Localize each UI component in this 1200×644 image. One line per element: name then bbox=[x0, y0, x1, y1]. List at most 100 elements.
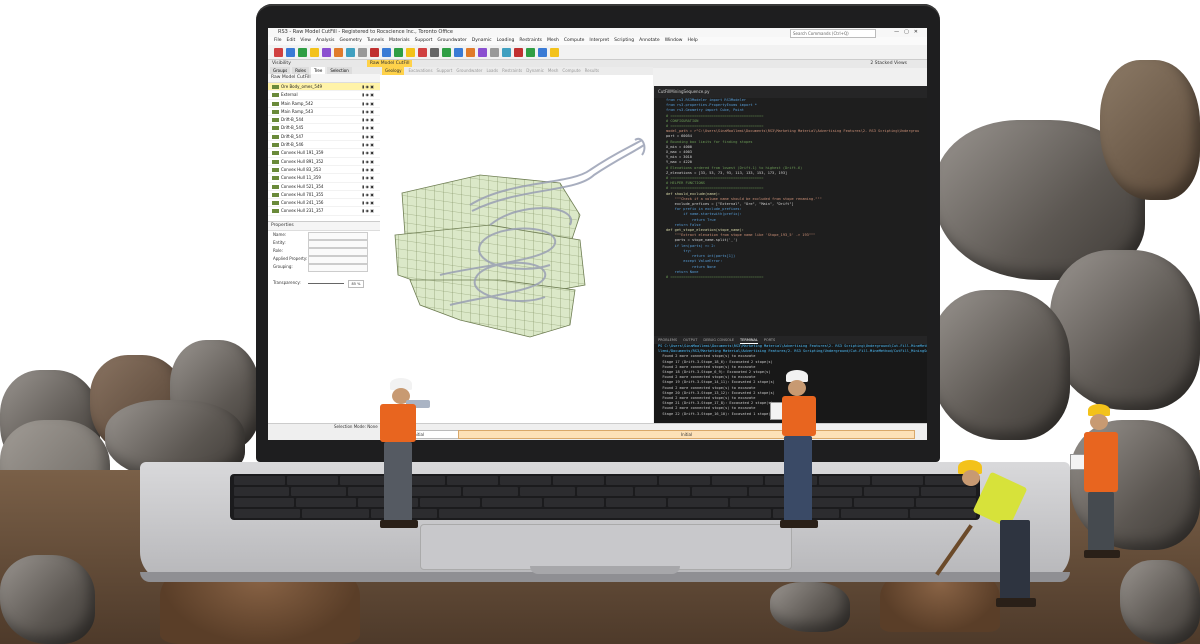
menu-item-view[interactable]: View bbox=[300, 37, 311, 45]
menu-item-compute[interactable]: Compute bbox=[564, 37, 585, 45]
tree-item[interactable]: Main Ramp_543 ▮ ◉ ▣ bbox=[268, 108, 380, 117]
tree-item[interactable]: Ore Body_omes_549 ▮ ◉ ▣ bbox=[268, 83, 380, 92]
toolbar-button-icon[interactable] bbox=[310, 47, 319, 57]
visibility-lock-icons[interactable]: ▮ ◉ ▣ bbox=[362, 141, 374, 148]
terminal-tab-terminal[interactable]: TERMINAL bbox=[740, 336, 758, 344]
toolbar-button-icon[interactable] bbox=[358, 47, 367, 57]
toolbar-button-icon[interactable] bbox=[370, 47, 379, 57]
transparency-slider[interactable] bbox=[308, 283, 344, 284]
toolbar-button-icon[interactable] bbox=[478, 47, 487, 57]
tree-item[interactable]: Drift-B_545 ▮ ◉ ▣ bbox=[268, 124, 380, 133]
stage-tab-excavations[interactable]: Excavations bbox=[408, 67, 432, 75]
stage-tab-dynamic[interactable]: Dynamic bbox=[526, 67, 544, 75]
stacked-views-button[interactable]: 2 Stacked Views bbox=[870, 60, 907, 68]
stage-tab-groundwater[interactable]: Groundwater bbox=[456, 67, 482, 75]
toolbar-button-icon[interactable] bbox=[274, 47, 283, 57]
toolbar-button-icon[interactable] bbox=[442, 47, 451, 57]
toolbar-button-icon[interactable] bbox=[394, 47, 403, 57]
toolbar-button-icon[interactable] bbox=[322, 47, 331, 57]
tree-item[interactable]: Convex Hull 891_352 ▮ ◉ ▣ bbox=[268, 158, 380, 166]
toolbar-button-icon[interactable] bbox=[454, 47, 463, 57]
tree-item[interactable]: Convex Hull 83_353 ▮ ◉ ▣ bbox=[268, 166, 380, 175]
menu-item-geometry[interactable]: Geometry bbox=[339, 37, 361, 45]
toolbar-button-icon[interactable] bbox=[538, 47, 547, 57]
tree-item[interactable]: Convex Hull 231_357 ▮ ◉ ▣ bbox=[268, 207, 380, 216]
menu-item-file[interactable]: File bbox=[274, 37, 282, 45]
window-controls[interactable]: —▢✕ bbox=[894, 28, 923, 37]
visibility-lock-icons[interactable]: ▮ ◉ ▣ bbox=[362, 124, 374, 131]
menu-item-tunnels[interactable]: Tunnels bbox=[367, 37, 384, 45]
menu-item-support[interactable]: Support bbox=[415, 37, 433, 45]
tree-item[interactable]: External ▮ ◉ ▣ bbox=[268, 91, 380, 100]
terminal-tab-output[interactable]: OUTPUT bbox=[683, 336, 697, 344]
toolbar-button-icon[interactable] bbox=[550, 47, 559, 57]
toolbar-button-icon[interactable] bbox=[406, 47, 415, 57]
stage-tab-loads[interactable]: Loads bbox=[486, 67, 498, 75]
menu-item-groundwater[interactable]: Groundwater bbox=[437, 37, 466, 45]
toolbar-button-icon[interactable] bbox=[466, 47, 475, 57]
tree-item[interactable]: Drift-B_546 ▮ ◉ ▣ bbox=[268, 141, 380, 150]
stage-tab-compute[interactable]: Compute bbox=[562, 67, 580, 75]
stage-bar[interactable]: Initial bbox=[458, 430, 915, 439]
editor-tab[interactable]: CutFillMiningSequence.py bbox=[654, 86, 927, 98]
toolbar-button-icon[interactable] bbox=[346, 47, 355, 57]
stage-tab-restraints[interactable]: Restraints bbox=[502, 67, 522, 75]
stage-tab-results[interactable]: Results bbox=[585, 67, 599, 75]
toolbar-button-icon[interactable] bbox=[334, 47, 343, 57]
visibility-lock-icons[interactable]: ▮ ◉ ▣ bbox=[362, 199, 374, 206]
visibility-lock-icons[interactable]: ▮ ◉ ▣ bbox=[362, 191, 374, 198]
left-tab-selection[interactable]: Selection bbox=[327, 67, 352, 74]
visibility-lock-icons[interactable]: ▮ ◉ ▣ bbox=[362, 174, 374, 181]
stage-tab-support[interactable]: Support bbox=[437, 67, 453, 75]
menu-item-loading[interactable]: Loading bbox=[497, 37, 515, 45]
terminal-tab-debug-console[interactable]: DEBUG CONSOLE bbox=[703, 336, 734, 344]
visibility-lock-icons[interactable]: ▮ ◉ ▣ bbox=[362, 207, 374, 214]
tree-item[interactable]: Drift-B_547 ▮ ◉ ▣ bbox=[268, 133, 380, 142]
toolbar-button-icon[interactable] bbox=[490, 47, 499, 57]
tree-item[interactable]: Convex Hull 191_359 ▮ ◉ ▣ bbox=[268, 149, 380, 158]
menu-item-dynamic[interactable]: Dynamic bbox=[472, 37, 492, 45]
left-tab-groups[interactable]: Groups bbox=[270, 67, 291, 74]
toolbar-button-icon[interactable] bbox=[502, 47, 511, 57]
menu-item-restraints[interactable]: Restraints bbox=[519, 37, 542, 45]
toolbar-button-icon[interactable] bbox=[286, 47, 295, 57]
stage-tab-geology[interactable]: Geology bbox=[382, 67, 405, 75]
left-tab-tree[interactable]: Tree bbox=[310, 67, 326, 74]
toolbar-button-icon[interactable] bbox=[430, 47, 439, 57]
transparency-value[interactable]: 85 % bbox=[348, 280, 364, 288]
toolbar-button-icon[interactable] bbox=[382, 47, 391, 57]
visibility-lock-icons[interactable]: ▮ ◉ ▣ bbox=[362, 91, 374, 98]
stage-tab-mesh[interactable]: Mesh bbox=[548, 67, 559, 75]
visibility-lock-icons[interactable]: ▮ ◉ ▣ bbox=[362, 133, 374, 140]
visibility-lock-icons[interactable]: ▮ ◉ ▣ bbox=[362, 100, 374, 107]
toolbar-button-icon[interactable] bbox=[514, 47, 523, 57]
menu-item-help[interactable]: Help bbox=[687, 37, 697, 45]
visibility-lock-icons[interactable]: ▮ ◉ ▣ bbox=[362, 183, 374, 190]
menu-item-window[interactable]: Window bbox=[665, 37, 683, 45]
tree-item[interactable]: Drift-B_544 ▮ ◉ ▣ bbox=[268, 116, 380, 125]
menu-item-scripting[interactable]: Scripting bbox=[614, 37, 634, 45]
tree-item[interactable]: Convex Hull 241_156 ▮ ◉ ▣ bbox=[268, 199, 380, 208]
tree-item[interactable]: Convex Hull 701_355 ▮ ◉ ▣ bbox=[268, 191, 380, 200]
left-tab-roles[interactable]: Roles bbox=[292, 67, 309, 74]
visibility-lock-icons[interactable]: ▮ ◉ ▣ bbox=[362, 158, 374, 165]
tree-item[interactable]: Main Ramp_542 ▮ ◉ ▣ bbox=[268, 100, 380, 108]
toolbar-button-icon[interactable] bbox=[418, 47, 427, 57]
visibility-lock-icons[interactable]: ▮ ◉ ▣ bbox=[362, 83, 374, 90]
terminal-tab-problems[interactable]: PROBLEMS bbox=[658, 336, 677, 344]
tree-item[interactable]: Convex Hull 11_359 ▮ ◉ ▣ bbox=[268, 174, 380, 183]
visibility-lock-icons[interactable]: ▮ ◉ ▣ bbox=[362, 108, 374, 115]
menu-item-mesh[interactable]: Mesh bbox=[547, 37, 559, 45]
property-field[interactable] bbox=[308, 264, 368, 272]
visibility-lock-icons[interactable]: ▮ ◉ ▣ bbox=[362, 149, 374, 156]
toolbar-button-icon[interactable] bbox=[526, 47, 535, 57]
menu-item-analysis[interactable]: Analysis bbox=[316, 37, 335, 45]
menu-item-annotate[interactable]: Annotate bbox=[639, 37, 660, 45]
visibility-lock-icons[interactable]: ▮ ◉ ▣ bbox=[362, 116, 374, 123]
model-viewport[interactable]: Geology Excavations Support Groundwater Load… bbox=[380, 67, 653, 423]
toolbar-button-icon[interactable] bbox=[298, 47, 307, 57]
command-search-input[interactable]: Search Commands (Ctrl+Q) bbox=[790, 29, 876, 38]
terminal-tab-ports[interactable]: PORTS bbox=[764, 336, 775, 344]
menu-item-edit[interactable]: Edit bbox=[287, 37, 296, 45]
menu-item-materials[interactable]: Materials bbox=[389, 37, 410, 45]
